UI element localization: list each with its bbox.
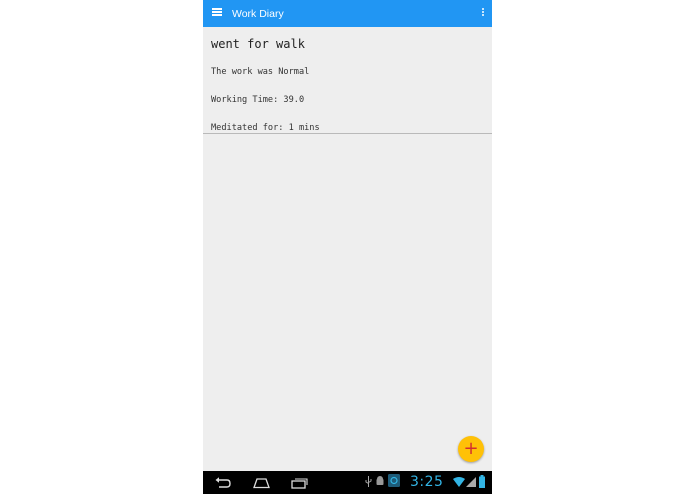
battery-icon [479,475,485,488]
status-icons [365,474,403,492]
add-entry-button[interactable]: + [458,436,484,462]
entry-work-status: The work was Normal [211,67,310,77]
phone-screen: Work Diary went for walk The work was No… [203,0,492,494]
hamburger-menu-icon[interactable] [212,8,222,16]
android-debug-icon [375,474,385,492]
signal-icon [466,477,476,487]
status-clock: 3:25 [410,474,444,490]
system-navigation-bar: 3:25 [203,471,492,494]
app-title: Work Diary [232,8,284,20]
app-notification-icon [388,474,400,492]
wifi-icon [453,477,465,487]
plus-icon: + [463,438,479,459]
diary-entry-card[interactable]: went for walk The work was Normal Workin… [203,27,492,134]
more-vert-icon[interactable] [482,8,485,18]
entry-title: went for walk [211,37,305,51]
app-bar: Work Diary [203,0,492,27]
recents-icon[interactable] [290,476,309,489]
home-icon[interactable] [252,476,271,489]
usb-icon [365,474,372,492]
entry-meditation: Meditated for: 1 mins [211,123,320,133]
back-icon[interactable] [214,476,232,489]
entry-working-time: Working Time: 39.0 [211,95,305,105]
